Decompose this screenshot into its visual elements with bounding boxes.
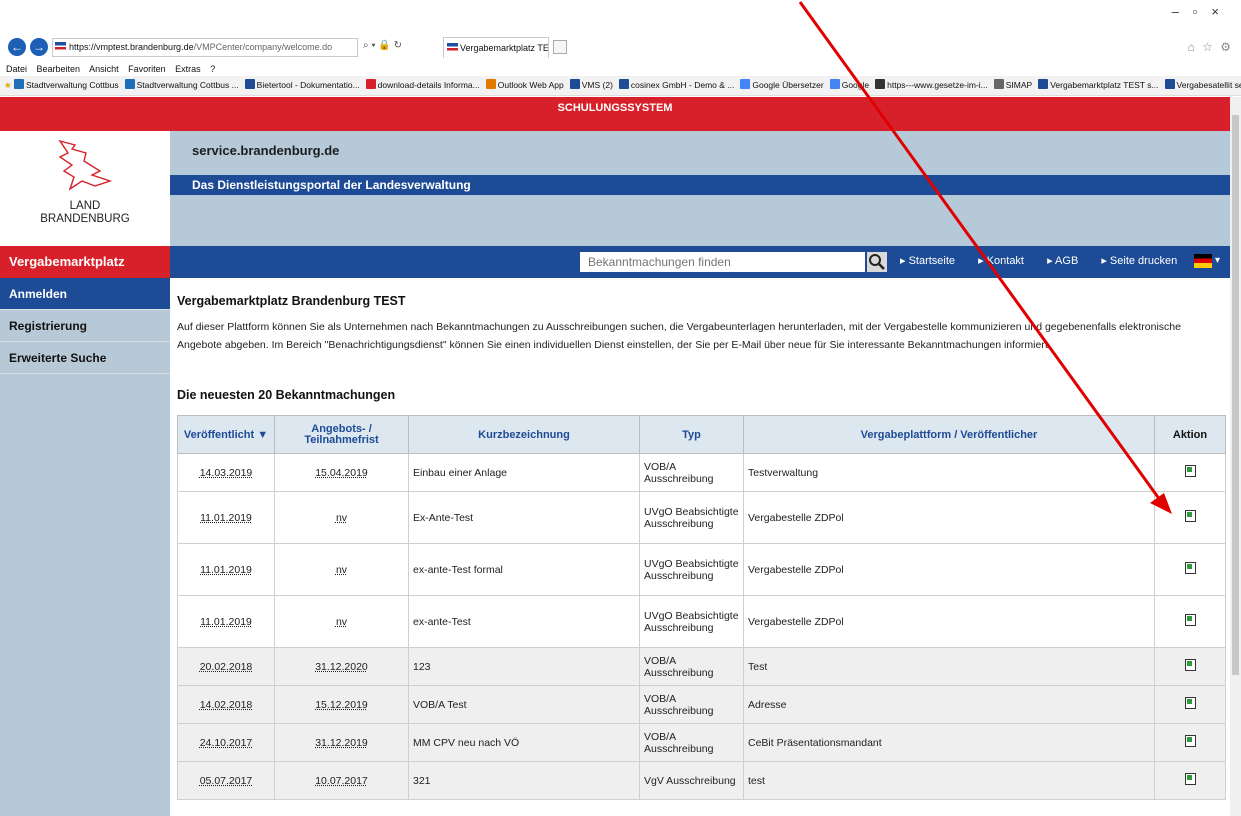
annotation-arrow xyxy=(0,0,1241,816)
